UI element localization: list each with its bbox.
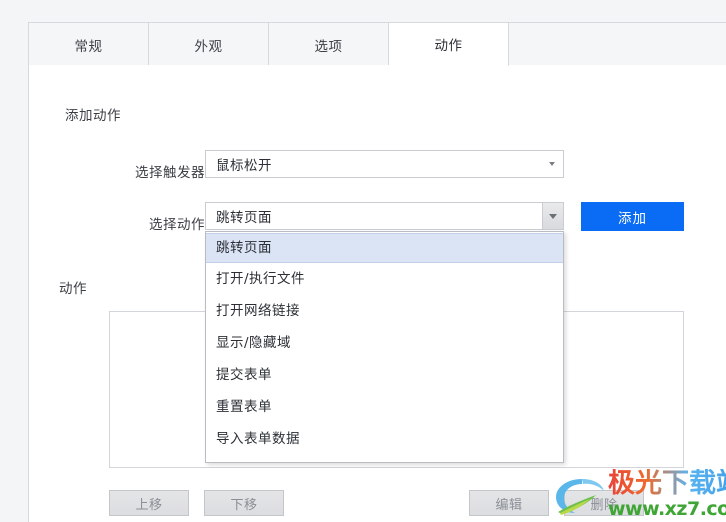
tab-general[interactable]: 常规	[29, 23, 149, 66]
actions-list-label: 动作	[59, 281, 87, 297]
action-dropdown-item[interactable]: 导入表单数据	[206, 423, 563, 455]
tab-bar: 常规 外观 选项 动作	[28, 22, 726, 66]
tab-appearance[interactable]: 外观	[149, 23, 269, 66]
move-down-button[interactable]: 下移	[204, 490, 284, 516]
tab-label: 选项	[314, 38, 343, 55]
actions-panel: 添加动作 选择触发器 选择动作 动作 鼠标松开 跳转页面 添加 上移 下移 编辑…	[28, 65, 726, 522]
trigger-select[interactable]: 鼠标松开	[205, 150, 564, 178]
tab-options[interactable]: 选项	[269, 23, 389, 66]
action-dropdown-item[interactable]: 打开网络链接	[206, 295, 563, 327]
action-dropdown-list[interactable]: 跳转页面 打开/执行文件 打开网络链接 显示/隐藏域 提交表单 重置表单 导入表单数据	[205, 231, 564, 463]
action-label: 选择动作	[149, 217, 205, 233]
chevron-down-icon[interactable]	[542, 203, 563, 229]
action-select-value: 跳转页面	[216, 210, 272, 226]
chevron-down-icon	[541, 162, 563, 166]
action-select[interactable]: 跳转页面	[205, 202, 564, 230]
move-up-button[interactable]: 上移	[109, 490, 189, 516]
trigger-label: 选择触发器	[135, 165, 205, 181]
tab-label: 外观	[194, 38, 223, 55]
action-dropdown-item[interactable]: 显示/隐藏域	[206, 327, 563, 359]
section-title: 添加动作	[65, 108, 121, 124]
edit-button[interactable]: 编辑	[469, 490, 549, 516]
action-dropdown-item[interactable]: 重置表单	[206, 391, 563, 423]
tab-label: 常规	[74, 38, 103, 55]
delete-button[interactable]: 删除	[564, 490, 644, 516]
tab-actions[interactable]: 动作	[389, 23, 509, 66]
action-dropdown-item[interactable]: 跳转页面	[206, 233, 563, 263]
add-action-button[interactable]: 添加	[581, 202, 684, 231]
action-dropdown-item[interactable]: 打开/执行文件	[206, 263, 563, 295]
action-dropdown-item[interactable]: 提交表单	[206, 359, 563, 391]
trigger-select-value: 鼠标松开	[216, 158, 272, 174]
tab-label: 动作	[434, 38, 463, 54]
tab-bar-filler	[509, 23, 726, 66]
